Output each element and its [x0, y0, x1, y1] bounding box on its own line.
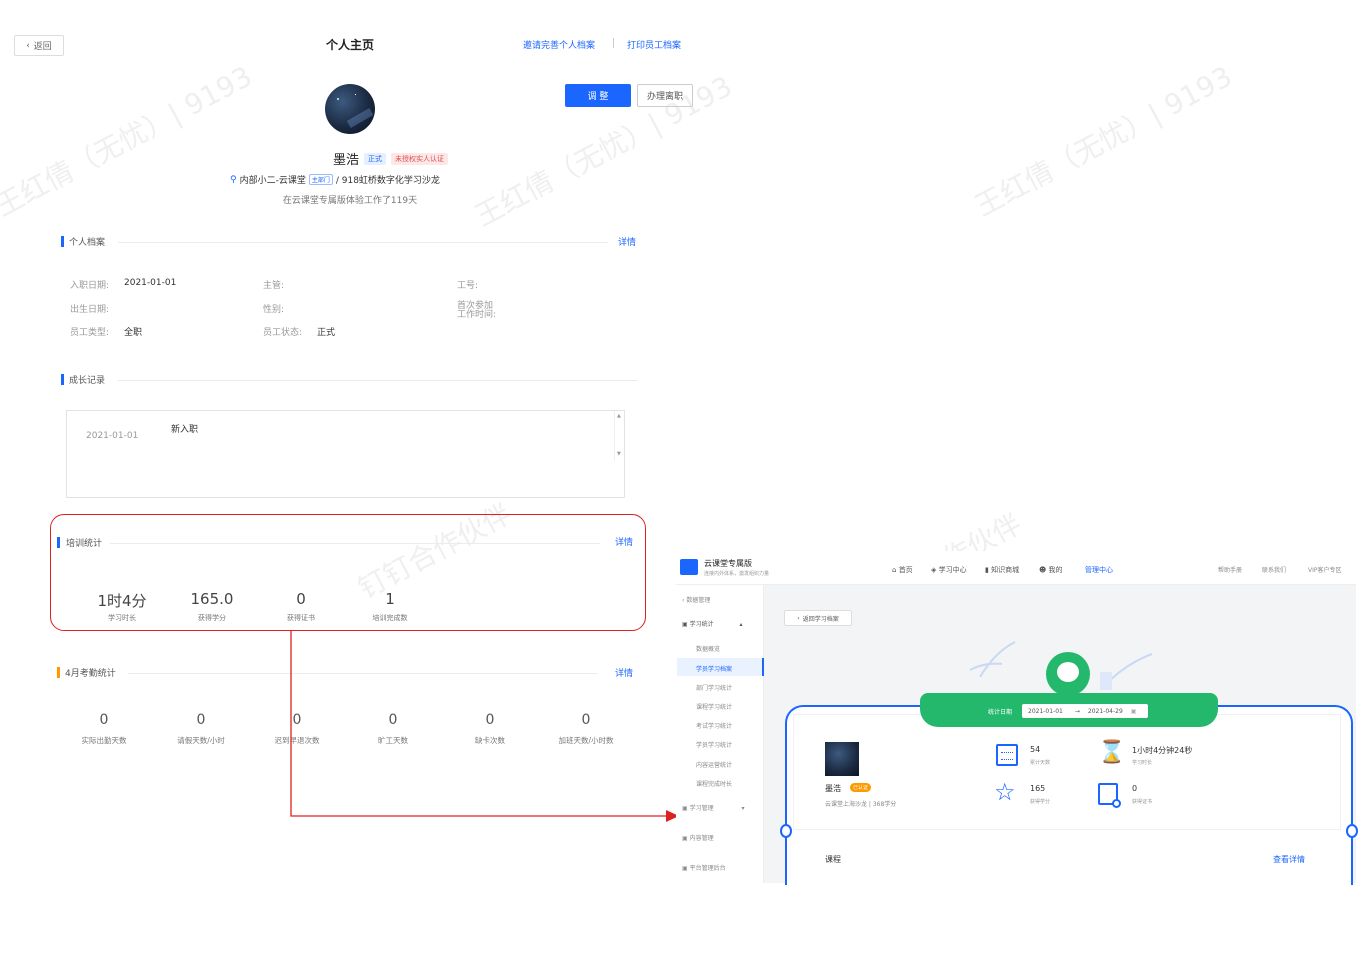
- inset-stat-value: 0: [1132, 784, 1138, 793]
- nav-vip[interactable]: VIP客户专区: [1308, 565, 1342, 574]
- side-item[interactable]: 数据概览: [696, 644, 720, 653]
- brand-sub: 连接内外体系，激发组织力量: [704, 571, 770, 577]
- inset-user-name: 墨浩: [825, 784, 841, 793]
- nav-store[interactable]: ▮ 知识商城: [985, 565, 1019, 575]
- inset-stat-label: 获得学分: [1030, 799, 1051, 805]
- inset-stat-label: 学习时长: [1132, 760, 1153, 766]
- side-more[interactable]: ▣ 内容管理: [682, 833, 714, 842]
- learning-icon: ◈: [931, 566, 937, 574]
- hourglass-icon: ⌛: [1098, 740, 1126, 765]
- nav-help[interactable]: 帮助手册: [1218, 565, 1242, 574]
- side-group[interactable]: ▣ 学习统计 ▴: [682, 619, 743, 628]
- inset-stat-label: 累计天数: [1030, 760, 1051, 766]
- date-range-picker[interactable]: 2021-01-01 → 2021-04-29 ▣: [1022, 704, 1148, 718]
- nav-mine[interactable]: ☻ 我的: [1039, 565, 1063, 575]
- side-item[interactable]: 课程完成时长: [696, 779, 732, 788]
- home-icon: ⌂: [892, 566, 897, 574]
- side-item[interactable]: 内容运营统计: [696, 760, 732, 769]
- book-icon: ▮: [985, 566, 989, 574]
- stat-range-label: 统计日期: [988, 709, 1013, 716]
- nav-admin[interactable]: 管理中心: [1085, 565, 1113, 575]
- nav-contact[interactable]: 联系我们: [1262, 565, 1286, 574]
- side-more[interactable]: ▣ 平台管理后台: [682, 863, 726, 872]
- inset-stat-label: 获得证书: [1132, 799, 1153, 805]
- back-archive-button[interactable]: ‹ 返回学习档案: [784, 610, 852, 626]
- inset-user-dept: 云课堂上海沙龙 | 368学分: [825, 801, 897, 808]
- date-to: 2021-04-29: [1087, 707, 1123, 715]
- inset-stat-value: 1小时4分钟24秒: [1132, 746, 1193, 755]
- clipboard-inner: [793, 714, 1341, 830]
- star-icon: ☆: [994, 778, 1016, 806]
- inset-stat-value: 165: [1030, 784, 1046, 793]
- side-item[interactable]: 课程学习统计: [696, 702, 732, 711]
- date-from: 2021-01-01: [1028, 707, 1063, 715]
- chevron-left-icon: ‹: [797, 614, 800, 622]
- certificate-icon: [1098, 783, 1121, 808]
- calendar-icon: [996, 744, 1018, 766]
- side-item[interactable]: 学员学习档案: [696, 664, 732, 673]
- calendar-icon: ▣: [1130, 707, 1137, 715]
- course-detail-link[interactable]: 查看详情: [1273, 854, 1305, 865]
- card-notch: [780, 824, 792, 838]
- inset-user-badge: 已认证: [850, 783, 872, 792]
- side-back[interactable]: ‹ 数据管理: [682, 595, 710, 604]
- clipboard-bottom: [793, 832, 1341, 885]
- brand-logo: [680, 559, 698, 575]
- course-label: 课程: [825, 855, 841, 864]
- brand-name: 云课堂专属版: [704, 559, 752, 568]
- user-icon: ☻: [1039, 566, 1047, 574]
- side-item[interactable]: 考试学习统计: [696, 721, 732, 730]
- side-item[interactable]: 学员学习统计: [696, 740, 732, 749]
- inset-stat-value: 54: [1030, 745, 1041, 754]
- nav-home[interactable]: ⌂ 首页: [892, 565, 913, 575]
- side-more[interactable]: ▣ 学习管理 ▾: [682, 803, 745, 812]
- nav-learning[interactable]: ◈ 学习中心: [931, 565, 967, 575]
- side-item[interactable]: 部门学习统计: [696, 683, 732, 692]
- inset-avatar: [825, 742, 859, 776]
- clip-ring: [1046, 652, 1090, 696]
- card-notch: [1346, 824, 1358, 838]
